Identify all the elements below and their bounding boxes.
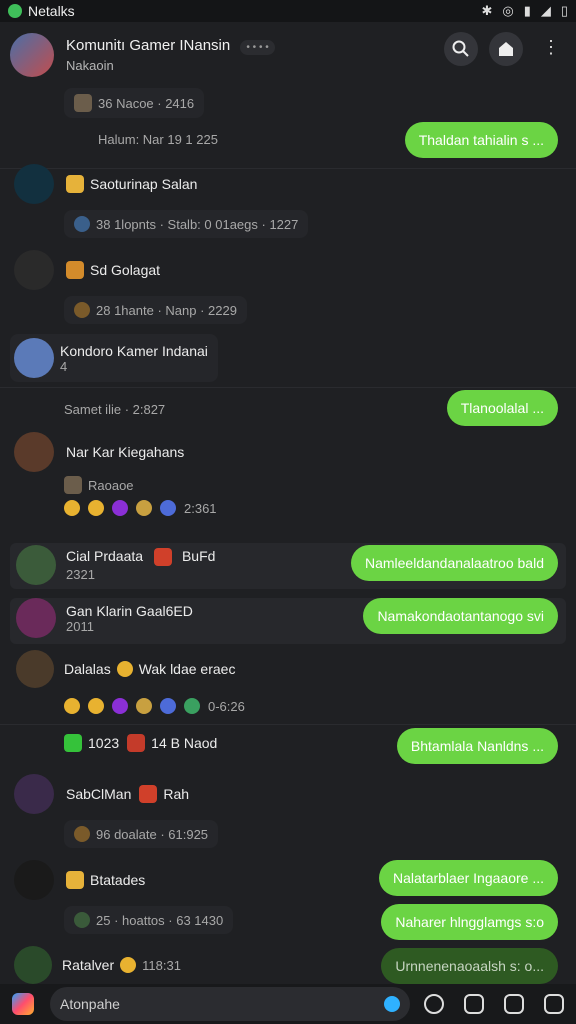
badge-icon[interactable]	[112, 500, 128, 516]
status-app-name: Netalks	[28, 3, 75, 19]
message-bubble[interactable]: Namakondaotantanogo svi	[363, 598, 558, 634]
emoji-icon	[116, 661, 133, 677]
avatar-chip-icon	[74, 912, 90, 928]
message-bubble[interactable]: Naharer hlngglamgs s:o	[381, 904, 558, 940]
divider	[0, 724, 576, 725]
badge-icon	[127, 734, 146, 752]
message-input[interactable]: Atonpahe	[50, 987, 410, 1021]
search-icon	[452, 40, 469, 57]
message-bubble[interactable]: Tlanoolalal ...	[446, 390, 558, 426]
emoji-icon[interactable]	[136, 500, 152, 516]
chat-title[interactable]: Komunitı Gamer INansin	[66, 37, 230, 54]
list-item[interactable]: Nar Kar Kiegahans Raoaoe 2:361	[0, 432, 576, 516]
signal-icon: ▮	[523, 3, 531, 18]
list-item[interactable]: Cial Prdaata BuFd 2321 Namleeldandanalaa…	[0, 545, 576, 585]
emoji-icon[interactable]	[64, 698, 80, 714]
room-button[interactable]	[489, 32, 523, 66]
composer-bar: Atonpahe	[0, 984, 576, 1024]
badge-icon	[66, 175, 84, 193]
message-bubble[interactable]: Bhtamlala Nanldns ...	[396, 728, 558, 764]
message-bubble[interactable]: Nalatarblaer Ingaaore ...	[379, 860, 558, 896]
list-item: Samet ilie · 2:827 Tlanoolalal ...	[0, 390, 576, 426]
upload-icon[interactable]	[464, 994, 484, 1014]
message-feed[interactable]: 36 Nacoe · 2416 Halum: Nar 19 1 225 Thal…	[0, 88, 576, 988]
location-icon: ◎	[502, 3, 514, 18]
system-icons: ✱ ◎ ▮ ◢ ▯	[481, 3, 568, 19]
list-item[interactable]: Gan Klarin Gaal6ED 2011 Namakondaotantan…	[0, 598, 576, 638]
avatar-chip-icon	[74, 302, 90, 318]
list-item[interactable]: Saoturinap Salan 38 1lopnts · Stalb: 0 0…	[0, 164, 576, 238]
message-bubble[interactable]: Namleeldandanalaatroo bald	[350, 545, 558, 581]
badge-icon[interactable]	[112, 698, 128, 714]
avatar[interactable]	[14, 250, 54, 290]
list-item[interactable]: Btatades 25 · hoattos · 63 1430 Nalatarb…	[0, 860, 576, 940]
thumbnail-icon	[74, 94, 92, 112]
emoji-icon[interactable]	[160, 698, 176, 714]
app-icon	[8, 4, 22, 18]
chat-header: Komunitı Gamer INansin • • • • Nakaoin ⋮	[0, 22, 576, 88]
avatar[interactable]	[14, 338, 54, 378]
list-item[interactable]: Kondoro Kamer Indanai 4	[0, 334, 576, 383]
bluetooth-icon: ✱	[481, 3, 493, 18]
avatar-chip-icon	[74, 826, 90, 842]
sticker-icon[interactable]	[384, 996, 400, 1012]
verified-pill: • • • •	[240, 40, 275, 55]
status-bar: Netalks ✱ ◎ ▮ ◢ ▯	[0, 0, 576, 22]
badge-icon	[139, 785, 158, 803]
home-icon	[499, 42, 513, 56]
emoji-icon[interactable]	[160, 500, 176, 516]
list-item[interactable]: Dalalas Wak ldae eraec 0-6:26	[0, 650, 576, 714]
avatar[interactable]	[16, 650, 54, 688]
list-item: Halum: Nar 19 1 225 Thaldan tahialin s .…	[0, 122, 576, 158]
thumbnail-icon	[64, 476, 82, 494]
chat-subtitle: Nakaoin	[66, 58, 114, 73]
list-item[interactable]: 1023 14 B Naod Bhtamlala Nanldns ...	[0, 728, 576, 764]
emoji-icon[interactable]	[136, 698, 152, 714]
avatar[interactable]	[16, 598, 56, 638]
more-vert-icon[interactable]: ⋮	[542, 38, 560, 56]
voice-icon[interactable]	[544, 994, 564, 1014]
battery-icon: ▯	[560, 3, 568, 18]
badge-icon	[66, 871, 84, 889]
avatar-chip-icon	[74, 216, 90, 232]
avatar[interactable]	[14, 164, 54, 204]
list-item[interactable]: Sd Golagat 28 1hante · Nanp · 2229	[0, 250, 576, 324]
emoji-icon[interactable]	[88, 698, 104, 714]
message-bubble[interactable]: Urnnenenaoaalsh s: o...	[381, 948, 558, 984]
list-item[interactable]: SabClMan Rah 96 doalate · 61:925	[0, 774, 576, 848]
reaction-bar[interactable]: 2:361	[64, 500, 576, 516]
search-button[interactable]	[444, 32, 478, 66]
group-avatar[interactable]	[10, 33, 54, 77]
badge-icon	[66, 261, 84, 279]
apps-icon[interactable]	[12, 993, 34, 1015]
wifi-icon: ◢	[540, 3, 551, 18]
emoji-icon[interactable]	[64, 500, 80, 516]
divider	[0, 387, 576, 388]
list-item[interactable]: Ratalver 118:31 Urnnenenaoaalsh s: o...	[0, 946, 576, 984]
emoji-button-icon[interactable]	[424, 994, 444, 1014]
avatar[interactable]	[14, 860, 54, 900]
badge-icon	[64, 734, 82, 752]
avatar[interactable]	[14, 774, 54, 814]
emoji-icon[interactable]	[88, 500, 104, 516]
list-item: 36 Nacoe · 2416	[0, 88, 576, 118]
reaction-bar[interactable]: 0-6:26	[64, 698, 576, 714]
emoji-icon	[120, 957, 137, 973]
avatar[interactable]	[14, 432, 54, 472]
avatar[interactable]	[16, 545, 56, 585]
emoji-icon[interactable]	[184, 698, 200, 714]
message-bubble[interactable]: Thaldan tahialin s ...	[404, 122, 558, 158]
badge-icon	[153, 548, 172, 567]
avatar[interactable]	[14, 946, 52, 984]
attach-icon[interactable]	[504, 994, 524, 1014]
